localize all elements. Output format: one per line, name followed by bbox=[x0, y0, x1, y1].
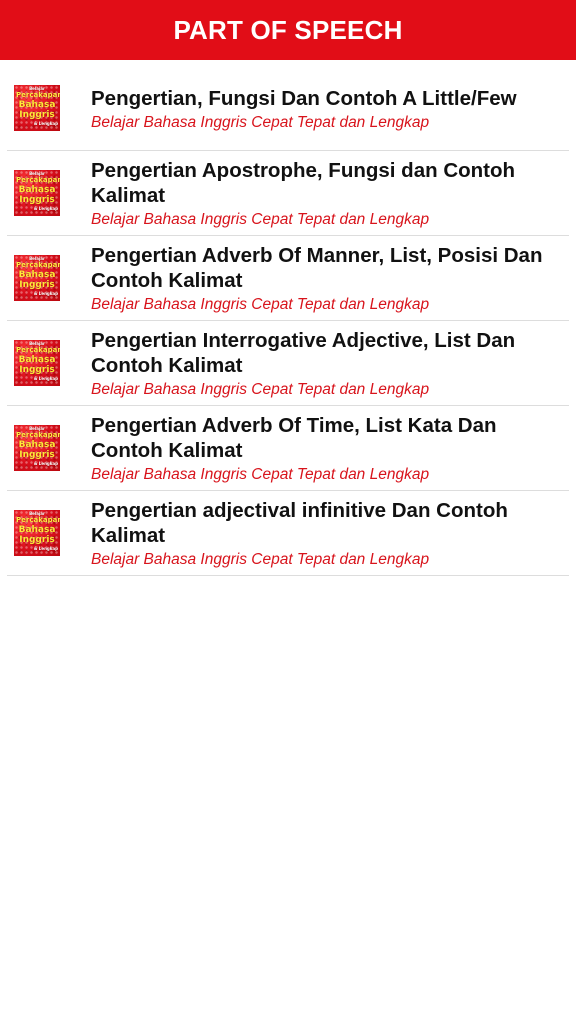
article-subtitle: Belajar Bahasa Inggris Cepat Tepat dan L… bbox=[91, 551, 430, 568]
book-cover-thumbnail: Belajar Percakapan Bahasa Inggris & Leng… bbox=[14, 85, 60, 131]
article-subtitle: Belajar Bahasa Inggris Cepat Tepat dan L… bbox=[91, 296, 430, 313]
article-title: Pengertian Interrogative Adjective, List… bbox=[91, 329, 516, 377]
article-subtitle: Belajar Bahasa Inggris Cepat Tepat dan L… bbox=[91, 211, 430, 228]
list-item[interactable]: Belajar Percakapan Bahasa Inggris & Leng… bbox=[7, 491, 569, 576]
list-item[interactable]: Belajar Percakapan Bahasa Inggris & Leng… bbox=[7, 151, 569, 236]
app-bar: PART OF SPEECH bbox=[0, 0, 576, 60]
list-item[interactable]: Belajar Percakapan Bahasa Inggris & Leng… bbox=[7, 321, 569, 406]
article-title: Pengertian Adverb Of Manner, List, Posis… bbox=[91, 244, 543, 292]
article-subtitle: Belajar Bahasa Inggris Cepat Tepat dan L… bbox=[91, 466, 430, 483]
book-cover-thumbnail: Belajar Percakapan Bahasa Inggris & Leng… bbox=[14, 170, 60, 216]
list-item[interactable]: Belajar Percakapan Bahasa Inggris & Leng… bbox=[7, 406, 569, 491]
article-list: Belajar Percakapan Bahasa Inggris & Leng… bbox=[7, 66, 569, 576]
article-title: Pengertian Adverb Of Time, List Kata Dan… bbox=[91, 414, 497, 462]
book-cover-thumbnail: Belajar Percakapan Bahasa Inggris & Leng… bbox=[14, 340, 60, 386]
list-item[interactable]: Belajar Percakapan Bahasa Inggris & Leng… bbox=[7, 66, 569, 151]
article-subtitle: Belajar Bahasa Inggris Cepat Tepat dan L… bbox=[91, 114, 430, 131]
article-subtitle: Belajar Bahasa Inggris Cepat Tepat dan L… bbox=[91, 381, 430, 398]
book-cover-thumbnail: Belajar Percakapan Bahasa Inggris & Leng… bbox=[14, 255, 60, 301]
list-item[interactable]: Belajar Percakapan Bahasa Inggris & Leng… bbox=[7, 236, 569, 321]
article-title: Pengertian, Fungsi Dan Contoh A Little/F… bbox=[91, 87, 517, 110]
article-title: Pengertian Apostrophe, Fungsi dan Contoh… bbox=[91, 159, 516, 207]
book-cover-thumbnail: Belajar Percakapan Bahasa Inggris & Leng… bbox=[14, 510, 60, 556]
page-title: PART OF SPEECH bbox=[173, 14, 403, 45]
article-title: Pengertian adjectival infinitive Dan Con… bbox=[91, 499, 508, 547]
book-cover-thumbnail: Belajar Percakapan Bahasa Inggris & Leng… bbox=[14, 425, 60, 471]
